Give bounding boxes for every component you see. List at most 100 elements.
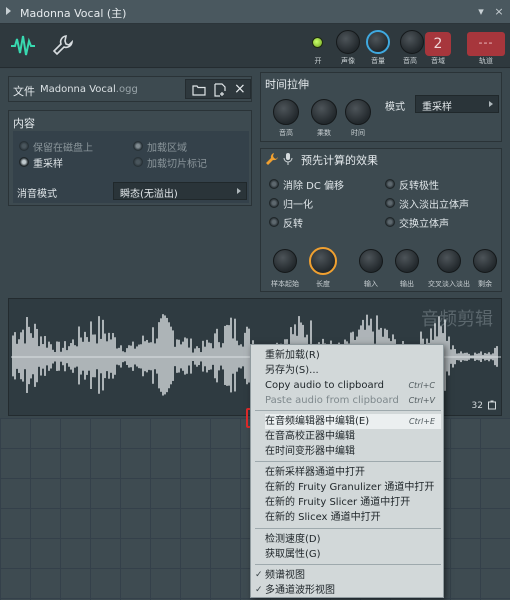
sample-start-label: 样本起始 xyxy=(271,280,299,288)
menu-item-get-properties[interactable]: 获取属性(G) xyxy=(265,547,441,562)
track-selector[interactable]: --- xyxy=(467,32,505,56)
reverse-polarity-label: 反转极性 xyxy=(399,181,439,192)
track-label: 轨道 xyxy=(479,57,493,65)
load-regions-radio[interactable] xyxy=(133,141,143,151)
enable-led-toggle[interactable] xyxy=(312,37,323,48)
file-basename: Madonna Vocal xyxy=(40,84,116,95)
normalize-label: 归一化 xyxy=(283,200,313,211)
menu-item-label: Paste audio from clipboard xyxy=(265,395,399,406)
menu-item-multichannel-view[interactable]: ✓ 多通道波形视图 xyxy=(255,583,441,598)
menu-item-label: Copy audio to clipboard xyxy=(265,380,384,391)
declick-mode-select[interactable]: 瞬态(无溢出) xyxy=(113,182,247,200)
menu-item-reload[interactable]: 重新加载(R) xyxy=(265,348,441,363)
chevron-right-icon xyxy=(237,188,241,194)
menu-item-open-in-slicer[interactable]: 在新的 Fruity Slicer 通道中打开 xyxy=(265,495,441,510)
pan-knob[interactable] xyxy=(336,30,360,54)
fade-stereo-radio[interactable] xyxy=(385,198,395,208)
file-buttons-group: × xyxy=(185,79,251,99)
context-menu: 重新加载(R) 另存为(S)... Copy audio to clipboar… xyxy=(250,344,444,598)
length-knob[interactable] xyxy=(309,247,337,275)
remove-dc-offset-label: 消除 DC 偏移 xyxy=(283,181,345,192)
precomputed-effects-section: 预先计算的效果 消除 DC 偏移 反转极性 归一化 淡入淡出立体声 反转 交换立… xyxy=(260,148,502,292)
menu-item-copy-audio[interactable]: Copy audio to clipboard Ctrl+C xyxy=(265,378,441,393)
menu-item-save-as[interactable]: 另存为(S)... xyxy=(265,363,441,378)
microphone-icon[interactable] xyxy=(283,152,293,166)
ts-multiplier-knob[interactable] xyxy=(311,99,337,125)
remove-dc-offset-radio[interactable] xyxy=(269,179,279,189)
reverse-radio[interactable] xyxy=(269,217,279,227)
time-stretch-title: 时间拉伸 xyxy=(265,78,309,91)
reverse-label: 反转 xyxy=(283,219,303,230)
menu-item-edit-in-time-warper[interactable]: 在时间变形器中编辑 xyxy=(265,444,441,459)
waveform-logo-icon[interactable] xyxy=(10,34,36,58)
menu-item-detect-tempo[interactable]: 检测速度(D) xyxy=(265,532,441,547)
swap-stereo-label: 交换立体声 xyxy=(399,219,449,230)
pitch-knob[interactable] xyxy=(400,30,424,54)
fade-in-knob[interactable] xyxy=(359,249,383,273)
check-icon: ✓ xyxy=(255,585,263,595)
fade-out-label: 输出 xyxy=(400,280,414,288)
menu-item-shortcut: Ctrl+V xyxy=(408,396,435,405)
menu-item-open-in-slicex[interactable]: 在新的 Slicex 通道中打开 xyxy=(265,510,441,525)
window-title: Madonna Vocal (主) xyxy=(20,7,127,20)
ts-mode-select[interactable]: 重采样 xyxy=(415,95,499,113)
file-name: Madonna Vocal.ogg xyxy=(40,84,138,95)
menu-item-label: 在新的 Slicex 通道中打开 xyxy=(265,512,381,523)
ts-time-label: 时间 xyxy=(351,129,365,137)
normalize-radio[interactable] xyxy=(269,198,279,208)
keep-on-disk-label: 保留在磁盘上 xyxy=(33,143,93,154)
menu-item-label: 在新采样器通道中打开 xyxy=(265,467,365,478)
wrench-icon[interactable] xyxy=(52,34,74,56)
pin-icon[interactable]: ▾ xyxy=(474,5,488,19)
window-menu-arrow-icon[interactable] xyxy=(6,7,11,15)
menu-item-label: 重新加载(R) xyxy=(265,350,320,361)
clear-file-icon[interactable]: × xyxy=(234,81,246,97)
keep-on-disk-radio[interactable] xyxy=(19,141,29,151)
resample-label: 重采样 xyxy=(33,159,63,170)
fade-in-label: 输入 xyxy=(364,280,378,288)
chevron-right-icon xyxy=(489,101,493,107)
menu-item-label: 在时间变形器中编辑 xyxy=(265,446,355,457)
menu-item-label: 在音高校正器中编辑 xyxy=(265,431,355,442)
reverse-polarity-radio[interactable] xyxy=(385,179,395,189)
load-regions-label: 加载区域 xyxy=(147,143,187,154)
menu-item-open-in-sampler[interactable]: 在新采样器通道中打开 xyxy=(265,465,441,480)
menu-item-label: 多通道波形视图 xyxy=(265,585,335,596)
clipboard-icon[interactable] xyxy=(487,400,497,410)
menu-item-label: 检测速度(D) xyxy=(265,534,321,545)
menu-item-paste-audio[interactable]: Paste audio from clipboard Ctrl+V xyxy=(265,393,441,408)
menu-separator xyxy=(255,564,441,565)
menu-item-label: 在新的 Fruity Slicer 通道中打开 xyxy=(265,497,411,508)
length-label: 长度 xyxy=(316,280,330,288)
close-window-button[interactable]: × xyxy=(492,5,506,19)
fade-stereo-label: 淡入淡出立体声 xyxy=(399,200,469,211)
wrench-icon[interactable] xyxy=(265,152,279,166)
menu-separator xyxy=(255,410,441,411)
window-title-bar[interactable]: Madonna Vocal (主) ▾ × xyxy=(0,0,510,24)
ts-time-knob[interactable] xyxy=(345,99,371,125)
trim-knob[interactable] xyxy=(473,249,497,273)
volume-knob[interactable] xyxy=(366,30,390,54)
load-slice-markers-radio[interactable] xyxy=(133,157,143,167)
content-section: 内容 保留在磁盘上 加载区域 重采样 加载切片标记 消音模式 瞬态(无溢出) xyxy=(8,110,252,206)
fade-out-knob[interactable] xyxy=(395,249,419,273)
content-title: 内容 xyxy=(13,117,35,130)
precomputed-title: 预先计算的效果 xyxy=(301,154,378,167)
sample-start-knob[interactable] xyxy=(273,249,297,273)
menu-separator xyxy=(255,528,441,529)
channel-number-box[interactable]: 2 xyxy=(425,32,451,56)
menu-item-label: 获取属性(G) xyxy=(265,549,321,560)
resample-radio[interactable] xyxy=(19,157,29,167)
time-stretch-section: 时间拉伸 音高 乘数 时间 模式 重采样 xyxy=(260,72,502,142)
menu-item-shortcut: Ctrl+C xyxy=(408,381,435,390)
crossfade-knob[interactable] xyxy=(437,249,461,273)
ts-pitch-knob[interactable] xyxy=(273,99,299,125)
menu-item-spectrum-view[interactable]: ✓ 频谱视图 xyxy=(255,568,441,583)
swap-stereo-radio[interactable] xyxy=(385,217,395,227)
menu-item-edit-in-pitch-corrector[interactable]: 在音高校正器中编辑 xyxy=(265,429,441,444)
locate-file-icon[interactable] xyxy=(214,83,226,97)
ts-mode-value: 重采样 xyxy=(422,102,452,113)
open-folder-icon[interactable] xyxy=(192,84,206,96)
menu-item-edit-in-audio-editor[interactable]: 在音频编辑器中编辑(E) Ctrl+E xyxy=(265,414,441,429)
menu-item-open-in-granulizer[interactable]: 在新的 Fruity Granulizer 通道中打开 xyxy=(265,480,441,495)
